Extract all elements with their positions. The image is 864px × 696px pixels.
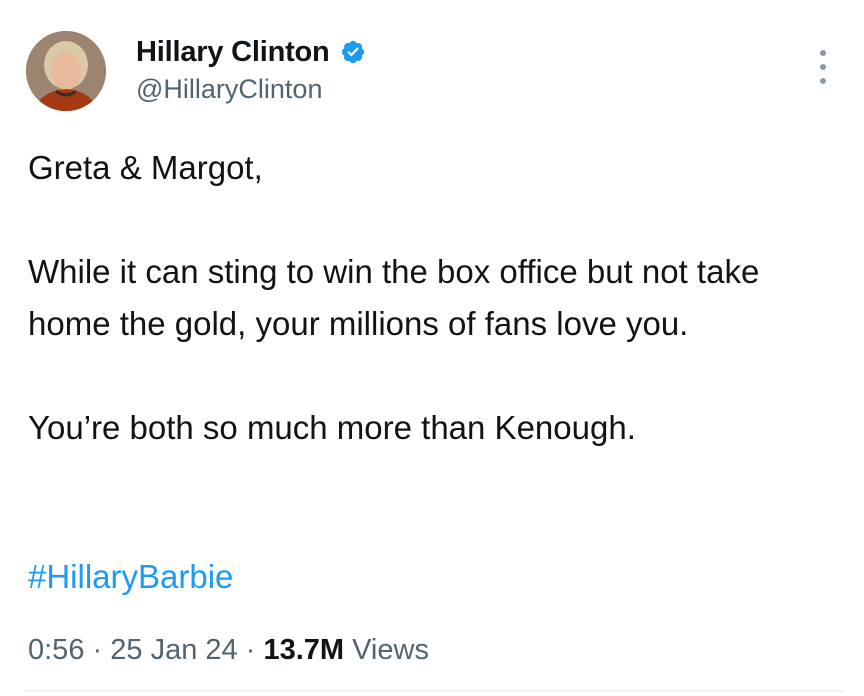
tweet-paragraph: You’re both so much more than Kenough. xyxy=(28,409,636,446)
tweet-date[interactable]: 25 Jan 24 xyxy=(110,634,237,666)
hashtag-link[interactable]: #HillaryBarbie xyxy=(28,555,233,599)
tweet-text: Greta & Margot, While it can sting to wi… xyxy=(28,142,848,454)
author-info: Hillary Clinton @HillaryClinton xyxy=(136,36,366,105)
divider xyxy=(24,690,844,692)
more-options-icon[interactable] xyxy=(810,50,836,84)
author-name[interactable]: Hillary Clinton xyxy=(136,36,330,69)
tweet-paragraph: Greta & Margot, xyxy=(28,149,263,186)
views-count: 13.7M xyxy=(263,634,345,666)
tweet-time[interactable]: 0:56 xyxy=(28,634,84,666)
meta-separator: · xyxy=(92,634,103,666)
tweet-card: Hillary Clinton @HillaryClinton Greta & … xyxy=(0,0,864,696)
verified-badge-icon xyxy=(341,40,364,64)
name-row: Hillary Clinton xyxy=(136,36,366,68)
author-handle[interactable]: @HillaryClinton xyxy=(136,74,366,105)
avatar[interactable] xyxy=(26,31,106,111)
more-dot xyxy=(820,64,826,70)
tweet-meta: 0:56 · 25 Jan 24 · 13.7M Views xyxy=(28,630,429,670)
views-label: Views xyxy=(352,634,429,666)
meta-separator: · xyxy=(245,634,256,666)
tweet-paragraph: While it can sting to win the box office… xyxy=(28,253,760,342)
more-dot xyxy=(820,78,826,84)
more-dot xyxy=(820,50,826,56)
